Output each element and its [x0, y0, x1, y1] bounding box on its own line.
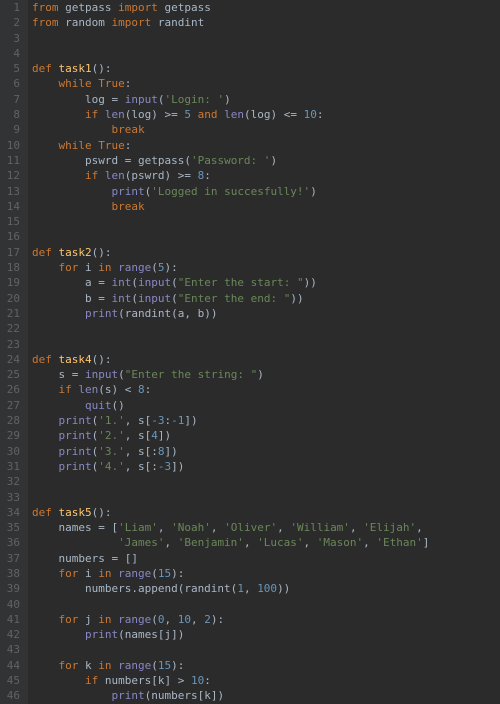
line-number: 18: [4, 260, 20, 275]
line-number: 44: [4, 658, 20, 673]
line-number: 25: [4, 367, 20, 382]
line-number: 4: [4, 46, 20, 61]
line-number: 21: [4, 306, 20, 321]
code-line[interactable]: print('Logged in succesfully!'): [32, 184, 429, 199]
line-number: 16: [4, 229, 20, 244]
line-number: 6: [4, 76, 20, 91]
code-line[interactable]: while True:: [32, 76, 429, 91]
line-number: 42: [4, 627, 20, 642]
code-line[interactable]: print(names[j]): [32, 627, 429, 642]
code-line[interactable]: while True:: [32, 138, 429, 153]
line-number: 13: [4, 184, 20, 199]
line-number: 27: [4, 398, 20, 413]
code-line[interactable]: break: [32, 199, 429, 214]
line-number: 26: [4, 382, 20, 397]
line-number: 32: [4, 474, 20, 489]
code-line[interactable]: def task1():: [32, 61, 429, 76]
code-line[interactable]: for i in range(15):: [32, 566, 429, 581]
line-number: 33: [4, 490, 20, 505]
code-line[interactable]: names = ['Liam', 'Noah', 'Oliver', 'Will…: [32, 520, 429, 535]
code-line[interactable]: [32, 214, 429, 229]
code-line[interactable]: 'James', 'Benjamin', 'Lucas', 'Mason', '…: [32, 535, 429, 550]
code-area[interactable]: from getpass import getpassfrom random i…: [28, 0, 429, 704]
line-number: 15: [4, 214, 20, 229]
code-line[interactable]: print('2.', s[4]): [32, 428, 429, 443]
line-number: 24: [4, 352, 20, 367]
line-number: 39: [4, 581, 20, 596]
line-number: 1: [4, 0, 20, 15]
code-editor[interactable]: 1234567891011121314151617181920212223242…: [0, 0, 500, 704]
code-line[interactable]: [32, 229, 429, 244]
line-number: 3: [4, 31, 20, 46]
line-number: 46: [4, 688, 20, 703]
code-line[interactable]: print('3.', s[:8]): [32, 444, 429, 459]
code-line[interactable]: [32, 642, 429, 657]
code-line[interactable]: b = int(input("Enter the end: ")): [32, 291, 429, 306]
code-line[interactable]: s = input("Enter the string: "): [32, 367, 429, 382]
line-number: 43: [4, 642, 20, 657]
line-number: 41: [4, 612, 20, 627]
code-line[interactable]: def task2():: [32, 245, 429, 260]
line-number: 35: [4, 520, 20, 535]
line-number: 30: [4, 444, 20, 459]
code-line[interactable]: [32, 474, 429, 489]
code-line[interactable]: numbers.append(randint(1, 100)): [32, 581, 429, 596]
line-number: 14: [4, 199, 20, 214]
line-number: 37: [4, 551, 20, 566]
line-number: 11: [4, 153, 20, 168]
line-number: 23: [4, 337, 20, 352]
code-line[interactable]: def task4():: [32, 352, 429, 367]
line-number-gutter: 1234567891011121314151617181920212223242…: [0, 0, 28, 704]
code-line[interactable]: log = input('Login: '): [32, 92, 429, 107]
line-number: 7: [4, 92, 20, 107]
code-line[interactable]: print('4.', s[:-3]): [32, 459, 429, 474]
code-line[interactable]: [32, 597, 429, 612]
code-line[interactable]: numbers = []: [32, 551, 429, 566]
code-line[interactable]: for k in range(15):: [32, 658, 429, 673]
code-line[interactable]: [32, 490, 429, 505]
code-line[interactable]: print('1.', s[-3:-1]): [32, 413, 429, 428]
line-number: 19: [4, 275, 20, 290]
line-number: 17: [4, 245, 20, 260]
line-number: 34: [4, 505, 20, 520]
code-line[interactable]: from getpass import getpass: [32, 0, 429, 15]
code-line[interactable]: [32, 321, 429, 336]
code-line[interactable]: [32, 337, 429, 352]
line-number: 22: [4, 321, 20, 336]
code-line[interactable]: for j in range(0, 10, 2):: [32, 612, 429, 627]
code-line[interactable]: if len(pswrd) >= 8:: [32, 168, 429, 183]
line-number: 38: [4, 566, 20, 581]
line-number: 5: [4, 61, 20, 76]
code-line[interactable]: if len(s) < 8:: [32, 382, 429, 397]
code-line[interactable]: [32, 31, 429, 46]
code-line[interactable]: [32, 46, 429, 61]
code-line[interactable]: pswrd = getpass('Password: '): [32, 153, 429, 168]
code-line[interactable]: def task5():: [32, 505, 429, 520]
line-number: 40: [4, 597, 20, 612]
line-number: 10: [4, 138, 20, 153]
line-number: 36: [4, 535, 20, 550]
code-line[interactable]: break: [32, 122, 429, 137]
code-line[interactable]: print(numbers[k]): [32, 688, 429, 703]
code-line[interactable]: from random import randint: [32, 15, 429, 30]
code-line[interactable]: print(randint(a, b)): [32, 306, 429, 321]
code-line[interactable]: a = int(input("Enter the start: ")): [32, 275, 429, 290]
line-number: 20: [4, 291, 20, 306]
line-number: 28: [4, 413, 20, 428]
line-number: 31: [4, 459, 20, 474]
line-number: 9: [4, 122, 20, 137]
code-line[interactable]: if len(log) >= 5 and len(log) <= 10:: [32, 107, 429, 122]
code-line[interactable]: if numbers[k] > 10:: [32, 673, 429, 688]
code-line[interactable]: for i in range(5):: [32, 260, 429, 275]
line-number: 12: [4, 168, 20, 183]
line-number: 45: [4, 673, 20, 688]
code-line[interactable]: quit(): [32, 398, 429, 413]
line-number: 29: [4, 428, 20, 443]
line-number: 2: [4, 15, 20, 30]
line-number: 8: [4, 107, 20, 122]
